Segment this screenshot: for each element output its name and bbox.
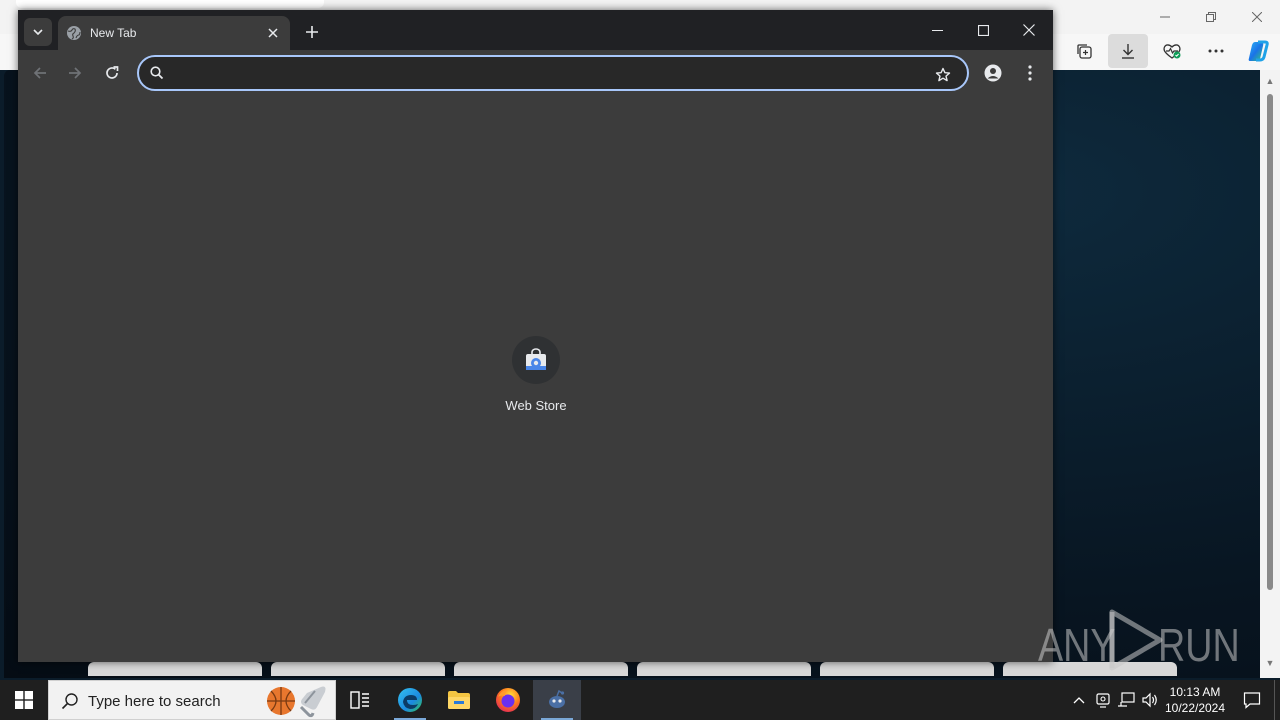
plus-icon xyxy=(306,26,318,38)
volume-icon xyxy=(1142,692,1157,708)
bookmark-button[interactable] xyxy=(931,63,955,87)
search-highlight-icon xyxy=(267,686,326,718)
copilot-icon xyxy=(1248,40,1269,62)
reload-icon xyxy=(106,66,119,79)
chrome-tab-strip: New Tab xyxy=(18,10,1053,50)
back-button[interactable] xyxy=(24,57,56,89)
watermark-text-any: ANY xyxy=(1038,619,1116,671)
minimize-icon xyxy=(931,29,943,31)
edge-minimize-button[interactable] xyxy=(1142,4,1188,30)
taskbar-firefox[interactable] xyxy=(484,680,532,720)
chevron-down-icon xyxy=(33,29,43,35)
task-view-icon xyxy=(350,691,369,709)
speed-dial-tile[interactable] xyxy=(820,662,994,676)
tray-meet-now[interactable] xyxy=(1093,690,1113,710)
maximize-button[interactable] xyxy=(960,10,1006,50)
download-icon xyxy=(1122,44,1134,59)
task-view-button[interactable] xyxy=(336,680,384,720)
tray-volume[interactable] xyxy=(1140,690,1160,710)
new-tab-page: Web Store xyxy=(18,96,1053,662)
tab-title: New Tab xyxy=(90,26,137,40)
windows-logo-icon xyxy=(15,691,33,709)
edge-restore-button[interactable] xyxy=(1188,4,1234,30)
more-icon xyxy=(1208,49,1224,53)
close-icon xyxy=(1023,24,1035,36)
web-store-icon xyxy=(526,348,546,370)
search-icon xyxy=(150,66,164,80)
address-input[interactable] xyxy=(173,63,913,83)
restore-icon xyxy=(1206,12,1216,22)
taskbar-edge[interactable] xyxy=(386,680,434,720)
taskbar-clock[interactable]: 10:13 AM 10/22/2024 xyxy=(1158,684,1232,718)
scroll-thumb[interactable] xyxy=(1267,94,1273,590)
start-button[interactable] xyxy=(0,680,48,720)
arrow-right-icon xyxy=(69,67,82,79)
edge-copilot-button[interactable] xyxy=(1238,34,1278,68)
taskbar-file-explorer[interactable] xyxy=(435,680,483,720)
taskbar-search-box[interactable]: Type here to search xyxy=(48,680,336,720)
watermark-text-run: RUN xyxy=(1158,619,1240,671)
person-icon xyxy=(984,64,1002,82)
notification-icon xyxy=(1243,692,1261,709)
folder-icon xyxy=(448,691,470,709)
scroll-up-arrow[interactable]: ▲ xyxy=(1265,76,1275,86)
search-placeholder: Type here to search xyxy=(88,693,221,710)
play-logo-icon xyxy=(1109,609,1163,671)
speed-dial-tile[interactable] xyxy=(454,662,628,676)
edge-essentials-button[interactable] xyxy=(1152,34,1192,68)
edge-tab[interactable] xyxy=(16,0,324,8)
app-icon xyxy=(549,689,565,708)
omnibox[interactable] xyxy=(137,55,969,91)
shortcut-web-store[interactable]: Web Store xyxy=(487,334,585,424)
tab-search-button[interactable] xyxy=(24,18,52,46)
close-button[interactable] xyxy=(1006,10,1052,50)
speed-dial-tile[interactable] xyxy=(88,662,262,676)
shortcut-label: Web Store xyxy=(505,398,567,413)
chevron-up-icon xyxy=(1073,697,1085,704)
browser-essentials-icon xyxy=(1163,44,1181,59)
taskbar: Type here to search 10:13 AM 10/22/2024 xyxy=(0,680,1280,720)
reload-button[interactable] xyxy=(96,57,128,89)
forward-button[interactable] xyxy=(59,57,91,89)
show-desktop-button[interactable] xyxy=(1274,680,1280,720)
edge-close-button[interactable] xyxy=(1234,4,1280,30)
edge-icon xyxy=(398,688,422,712)
network-icon xyxy=(1118,692,1135,707)
clock-date: 10/22/2024 xyxy=(1164,701,1226,715)
chrome-menu-button[interactable] xyxy=(1014,57,1046,89)
edge-more-button[interactable] xyxy=(1196,34,1236,68)
speed-dial-tile[interactable] xyxy=(271,662,445,676)
maximize-icon xyxy=(977,24,989,36)
meet-icon xyxy=(1096,693,1110,708)
search-icon xyxy=(61,693,78,710)
speed-dial-tile[interactable] xyxy=(637,662,811,676)
chrome-toolbar xyxy=(18,50,1053,96)
minimize-button[interactable] xyxy=(914,10,960,50)
profile-button[interactable] xyxy=(977,57,1009,89)
close-icon xyxy=(268,28,278,38)
action-center-button[interactable] xyxy=(1232,680,1272,720)
tray-overflow-button[interactable] xyxy=(1069,690,1089,710)
clock-time: 10:13 AM xyxy=(1169,685,1221,699)
firefox-icon xyxy=(496,688,520,712)
scroll-down-arrow[interactable]: ▼ xyxy=(1265,658,1275,668)
new-tab-button[interactable] xyxy=(298,18,326,46)
arrow-left-icon xyxy=(33,67,46,79)
minimize-icon xyxy=(1160,16,1170,18)
taskbar-active-app[interactable] xyxy=(533,680,581,720)
anyrun-watermark: ANY RUN xyxy=(1038,606,1240,676)
star-icon xyxy=(935,67,951,82)
edge-collections-button[interactable] xyxy=(1064,34,1104,68)
tab-close-button[interactable] xyxy=(264,24,282,42)
edge-downloads-button[interactable] xyxy=(1108,34,1148,68)
edge-scrollbar[interactable]: ▲ ▼ xyxy=(1260,70,1280,678)
kebab-menu-icon xyxy=(1028,65,1032,81)
shortcut-icon-container xyxy=(512,336,560,384)
close-icon xyxy=(1252,12,1262,22)
collections-icon xyxy=(1077,44,1092,59)
tab-new-tab[interactable]: New Tab xyxy=(58,16,290,50)
globe-icon xyxy=(67,26,81,40)
tray-network[interactable] xyxy=(1116,690,1136,710)
chrome-window: New Tab Web Store xyxy=(18,10,1053,662)
